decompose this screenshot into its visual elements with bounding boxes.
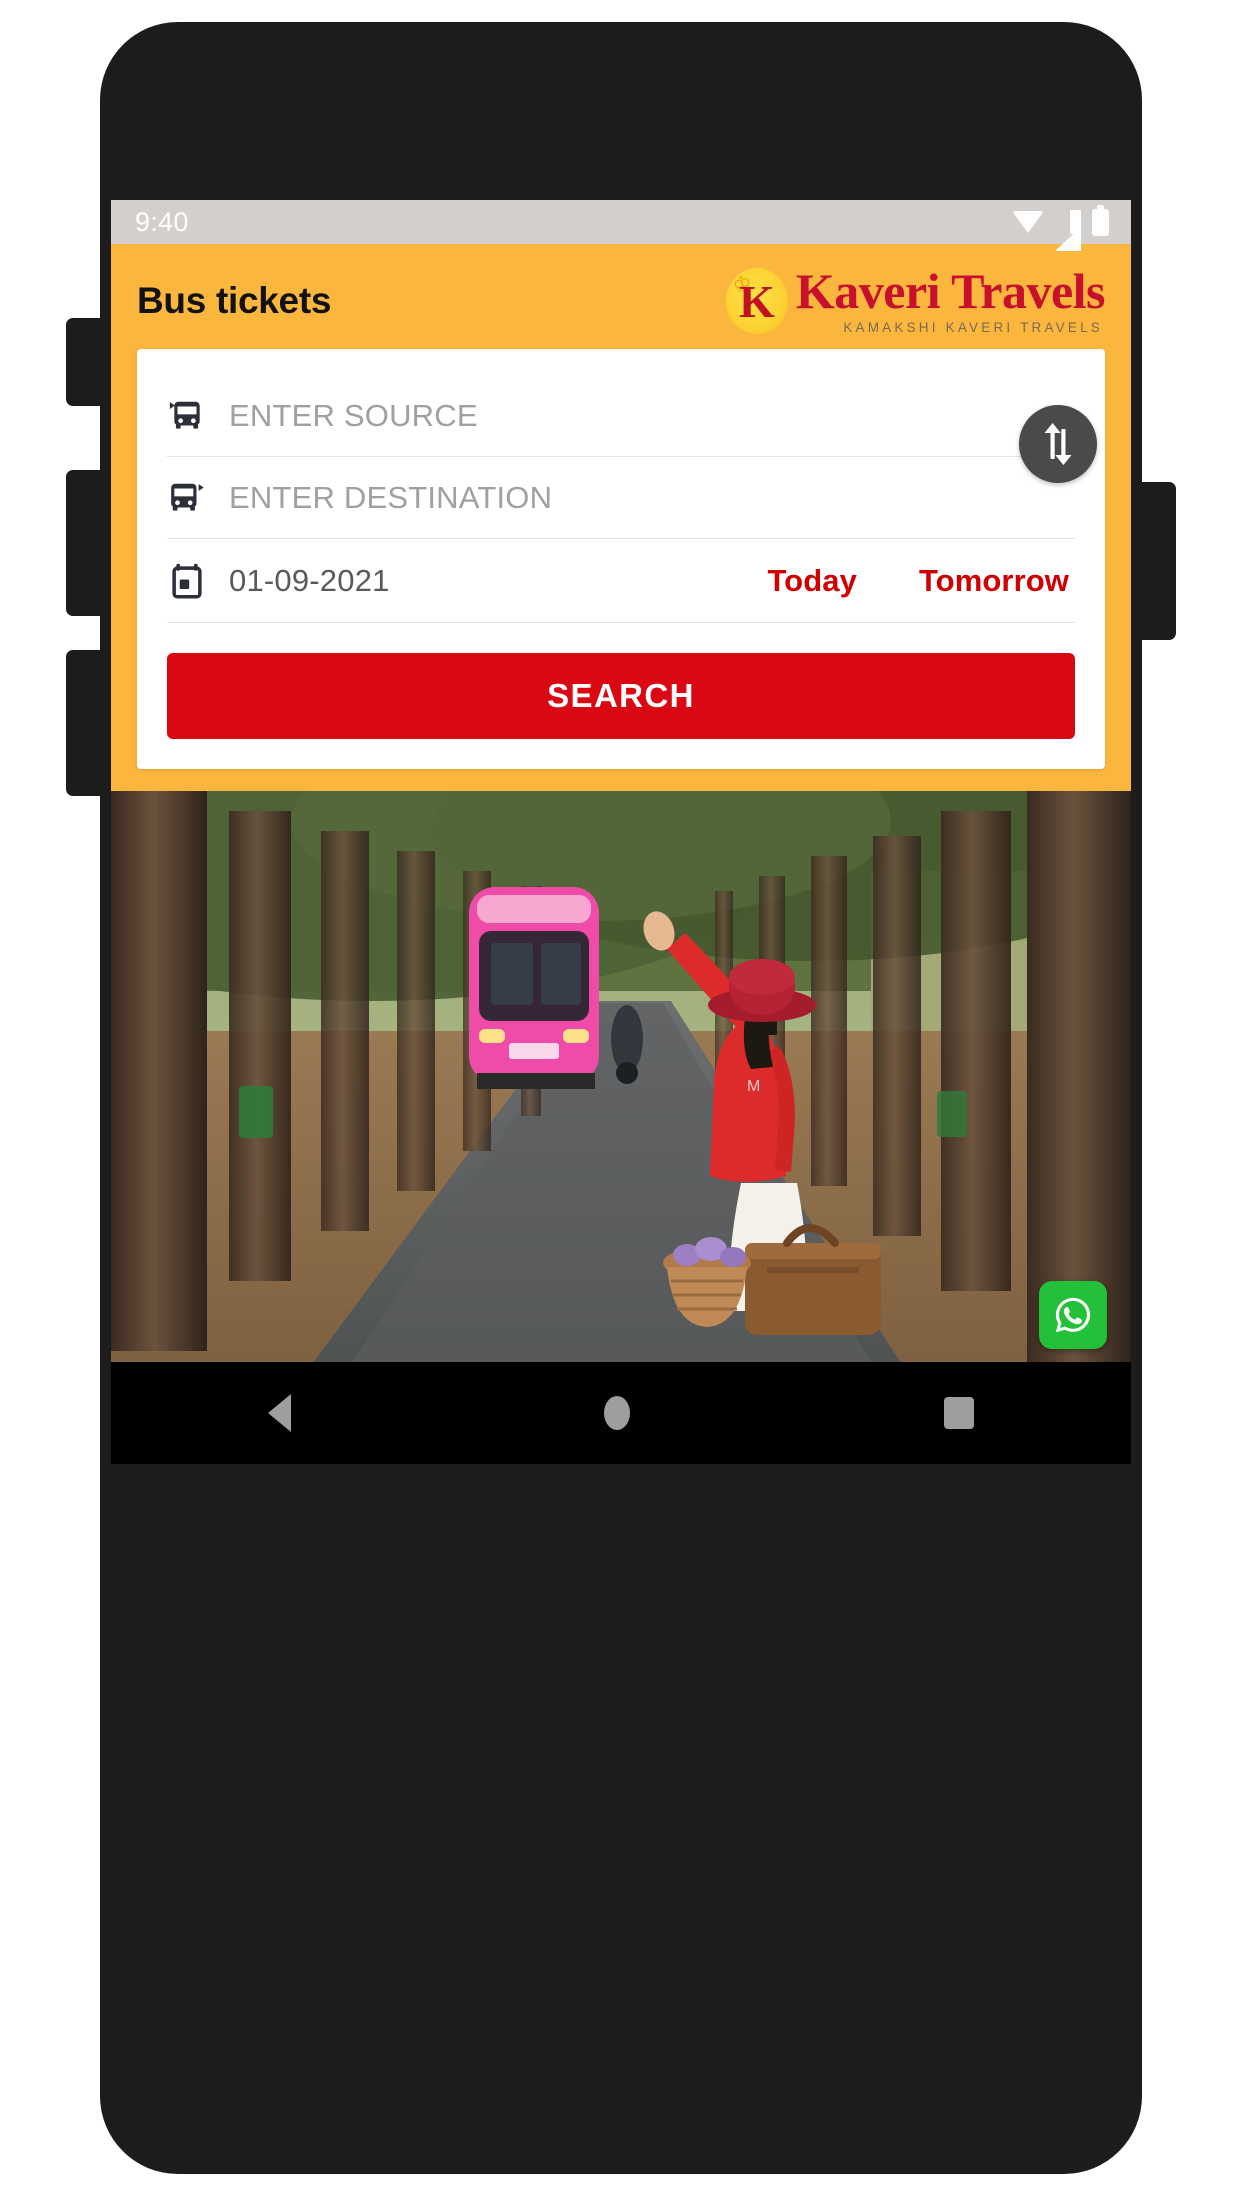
phone-side-button-mute[interactable]: [66, 318, 106, 406]
android-system-nav: [111, 1362, 1131, 1464]
bus-arrival-icon: [167, 479, 207, 517]
battery-icon: [1092, 204, 1109, 236]
brand-text-block: Kaveri Travels KAMAKSHI KAVERI TRAVELS: [795, 263, 1106, 336]
swap-vertical-arrows-icon: [1044, 423, 1072, 465]
square-recents-icon[interactable]: [944, 1397, 975, 1429]
whatsapp-icon: [1055, 1297, 1091, 1333]
date-field-row[interactable]: 01-09-2021 Today Tomorrow: [167, 539, 1075, 623]
brand-monogram-letter: K: [738, 275, 775, 327]
page-title: Bus tickets: [137, 279, 332, 321]
phone-side-button-volume-up[interactable]: [66, 470, 106, 616]
phone-screen: 9:40 Bus tickets ♔ K Kaveri Travels KAMA…: [111, 200, 1131, 1362]
search-card: ENTER SOURCE ENTER DESTINATION 01-09-202…: [137, 349, 1105, 769]
destination-field-row[interactable]: ENTER DESTINATION: [167, 457, 1075, 539]
swap-source-destination-button[interactable]: [1019, 405, 1097, 483]
search-zone: ENTER SOURCE ENTER DESTINATION 01-09-202…: [111, 349, 1131, 791]
brand-monogram-icon: ♔ K: [725, 267, 788, 334]
whatsapp-button[interactable]: [1039, 1281, 1107, 1349]
circle-home-icon[interactable]: [604, 1396, 631, 1430]
wifi-icon: [1012, 211, 1044, 233]
brand-subtitle: KAMAKSHI KAVERI TRAVELS: [843, 320, 1103, 335]
destination-input[interactable]: ENTER DESTINATION: [229, 480, 552, 516]
status-bar-icons: [1012, 204, 1109, 251]
screenshot-canvas: 9:40 Bus tickets ♔ K Kaveri Travels KAMA…: [0, 0, 1242, 2208]
hero-banner-image: M: [111, 791, 1131, 1362]
phone-side-button-volume-down[interactable]: [66, 650, 106, 796]
triangle-back-icon[interactable]: [267, 1394, 291, 1432]
tomorrow-button[interactable]: Tomorrow: [919, 563, 1069, 599]
brand-logo: ♔ K Kaveri Travels KAMAKSHI KAVERI TRAVE…: [725, 263, 1106, 336]
phone-side-button-power[interactable]: [1136, 482, 1176, 640]
date-value[interactable]: 01-09-2021: [229, 563, 390, 599]
quick-date-options: Today Tomorrow: [767, 563, 1075, 599]
hero-illustration: M: [111, 791, 1131, 1362]
search-button[interactable]: SEARCH: [167, 653, 1075, 739]
source-field-row[interactable]: ENTER SOURCE: [167, 375, 1075, 457]
source-input[interactable]: ENTER SOURCE: [229, 398, 478, 434]
status-bar-time: 9:40: [135, 206, 189, 237]
today-button[interactable]: Today: [767, 563, 857, 599]
app-header: Bus tickets ♔ K Kaveri Travels KAMAKSHI …: [111, 244, 1131, 349]
cellular-signal-icon: [1055, 210, 1081, 251]
status-bar: 9:40: [111, 200, 1131, 251]
bus-departure-icon: [167, 397, 207, 435]
brand-name: Kaveri Travels: [795, 263, 1106, 319]
calendar-icon: [167, 562, 207, 600]
